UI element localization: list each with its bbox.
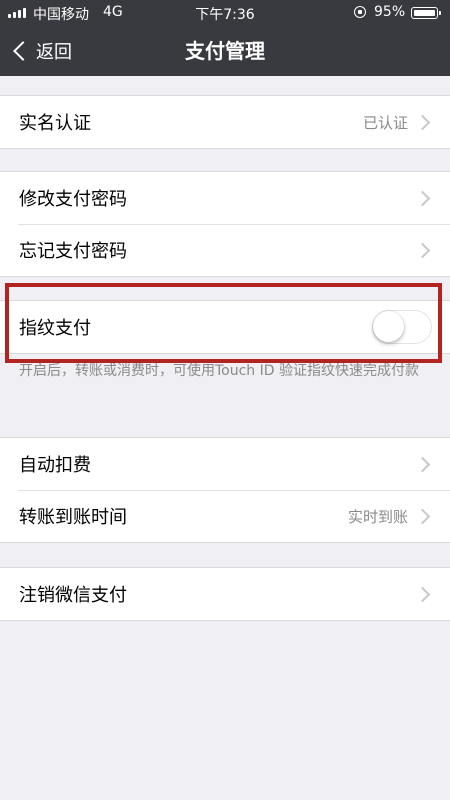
chevron-right-icon bbox=[414, 114, 431, 130]
group-real-name: 实名认证 已认证 bbox=[0, 95, 450, 149]
toggle-knob bbox=[373, 311, 404, 342]
chevron-right-icon bbox=[414, 456, 431, 472]
row-real-name-value: 已认证 bbox=[362, 113, 408, 132]
row-transfer-time-label: 转账到账时间 bbox=[19, 507, 127, 528]
row-auto-deduct[interactable]: 自动扣费 bbox=[0, 438, 450, 490]
row-fingerprint-label: 指纹支付 bbox=[19, 318, 91, 339]
fingerprint-hint: 开启后，转账或消费时，可使用Touch ID 验证指纹快速完成付款 bbox=[19, 363, 419, 379]
row-cancel-wechat-pay[interactable]: 注销微信支付 bbox=[0, 568, 450, 620]
group-password: 修改支付密码 忘记支付密码 bbox=[0, 171, 450, 277]
row-change-password[interactable]: 修改支付密码 bbox=[0, 172, 450, 224]
group-fingerprint: 指纹支付 bbox=[0, 300, 450, 354]
fingerprint-toggle[interactable] bbox=[372, 310, 432, 344]
row-forgot-password[interactable]: 忘记支付密码 bbox=[0, 224, 450, 276]
chevron-right-icon bbox=[414, 508, 431, 524]
row-auto-deduct-label: 自动扣费 bbox=[19, 455, 91, 476]
nav-bar: 返回 支付管理 bbox=[0, 26, 450, 76]
group-cancel: 注销微信支付 bbox=[0, 567, 450, 621]
status-bar: 中国移动 4G 下午7:36 95% bbox=[0, 0, 450, 26]
battery-icon bbox=[411, 7, 441, 19]
lock-rotation-icon bbox=[354, 6, 366, 18]
row-real-name-label: 实名认证 bbox=[19, 113, 91, 134]
screen: 中国移动 4G 下午7:36 95% 返回 支付管理 实名认证 已认证 修改支付… bbox=[0, 0, 450, 800]
row-forgot-password-label: 忘记支付密码 bbox=[19, 241, 127, 262]
chevron-right-icon bbox=[414, 190, 431, 206]
group-payments: 自动扣费 转账到账时间 实时到账 bbox=[0, 437, 450, 543]
row-transfer-time[interactable]: 转账到账时间 实时到账 bbox=[0, 490, 450, 542]
row-real-name[interactable]: 实名认证 已认证 bbox=[0, 96, 450, 148]
battery-percent: 95% bbox=[374, 4, 406, 20]
chevron-right-icon bbox=[414, 242, 431, 258]
chevron-right-icon bbox=[414, 586, 431, 602]
page-title: 支付管理 bbox=[185, 39, 265, 63]
row-transfer-time-value: 实时到账 bbox=[347, 507, 408, 526]
row-cancel-label: 注销微信支付 bbox=[19, 585, 127, 606]
row-change-password-label: 修改支付密码 bbox=[19, 189, 127, 210]
row-fingerprint-pay: 指纹支付 bbox=[0, 301, 450, 353]
